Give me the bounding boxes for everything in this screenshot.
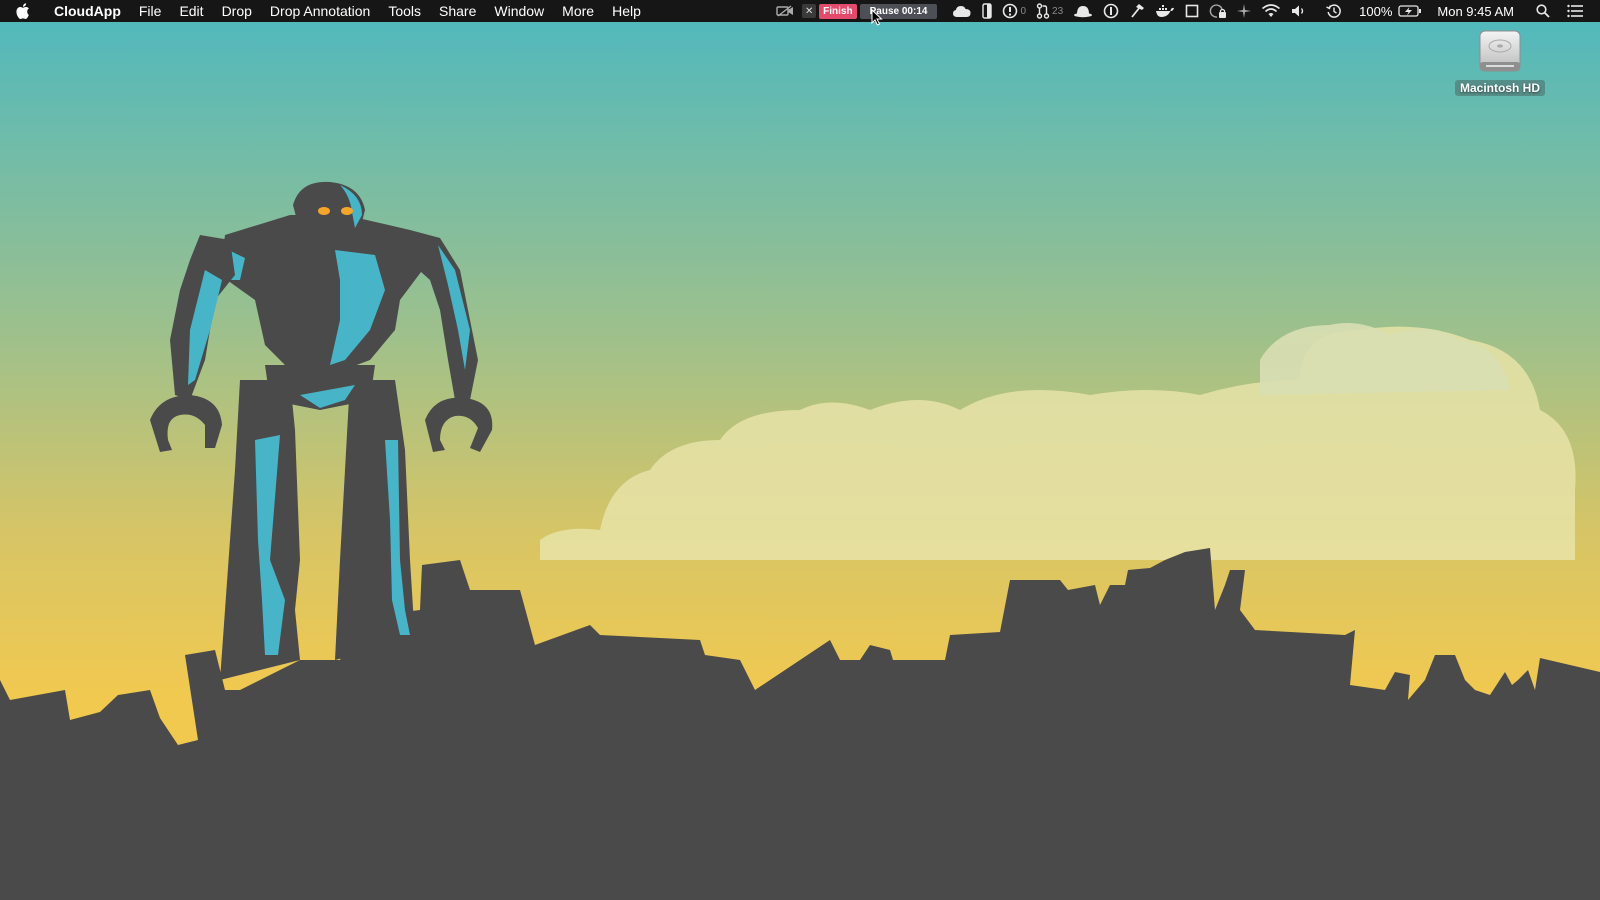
desktop-wallpaper bbox=[0, 0, 1600, 900]
menu-clock[interactable]: Mon 9:45 AM bbox=[1437, 4, 1514, 19]
password-manager-icon[interactable] bbox=[1103, 0, 1119, 22]
alert-count: 0 bbox=[1020, 5, 1027, 17]
window-square-icon[interactable] bbox=[1185, 0, 1199, 22]
desktop-icon-macintosh-hd[interactable]: Macintosh HD bbox=[1454, 28, 1546, 96]
mouse-pointer-icon bbox=[871, 9, 883, 26]
desktop-icon-label: Macintosh HD bbox=[1454, 80, 1545, 96]
bowler-hat-icon[interactable] bbox=[1073, 0, 1093, 22]
wifi-icon[interactable] bbox=[1261, 0, 1281, 22]
sparkle-icon[interactable] bbox=[1237, 0, 1252, 22]
menu-bar: CloudApp File Edit Drop Drop Annotation … bbox=[0, 0, 1600, 22]
menu-drop-annotation[interactable]: Drop Annotation bbox=[261, 0, 379, 22]
apple-menu-icon[interactable] bbox=[0, 3, 46, 19]
time-machine-icon[interactable] bbox=[1326, 0, 1342, 22]
phone-half-icon[interactable] bbox=[982, 0, 993, 22]
robot-eye-right bbox=[341, 207, 353, 215]
spotlight-search-icon[interactable] bbox=[1536, 0, 1550, 22]
camera-off-icon[interactable] bbox=[776, 0, 794, 22]
menu-window[interactable]: Window bbox=[485, 0, 553, 22]
menu-tools[interactable]: Tools bbox=[379, 0, 430, 22]
menu-file[interactable]: File bbox=[130, 0, 171, 22]
notification-center-icon[interactable] bbox=[1567, 0, 1583, 22]
docker-whale-icon[interactable] bbox=[1155, 0, 1175, 22]
pull-request-count: 23 bbox=[1052, 5, 1064, 17]
hard-drive-icon bbox=[1479, 30, 1521, 72]
alert-circle-icon[interactable]: 0 bbox=[1002, 0, 1026, 22]
menu-app-name[interactable]: CloudApp bbox=[46, 0, 130, 22]
lock-circle-icon[interactable] bbox=[1209, 0, 1227, 22]
menu-share[interactable]: Share bbox=[430, 0, 485, 22]
cloud-icon[interactable] bbox=[952, 0, 972, 22]
menu-drop[interactable]: Drop bbox=[213, 0, 261, 22]
hammer-icon[interactable] bbox=[1129, 0, 1145, 22]
menu-edit[interactable]: Edit bbox=[170, 0, 212, 22]
robot-eye-left bbox=[318, 207, 330, 215]
pull-request-icon[interactable]: 23 bbox=[1036, 0, 1063, 22]
cancel-recording-button[interactable]: ✕ bbox=[802, 4, 817, 18]
battery-charging-icon[interactable] bbox=[1398, 0, 1422, 22]
menu-help[interactable]: Help bbox=[603, 0, 650, 22]
menu-more[interactable]: More bbox=[553, 0, 603, 22]
battery-percentage[interactable]: 100% bbox=[1359, 4, 1392, 19]
volume-icon[interactable] bbox=[1291, 0, 1307, 22]
finish-recording-button[interactable]: Finish bbox=[819, 3, 857, 19]
